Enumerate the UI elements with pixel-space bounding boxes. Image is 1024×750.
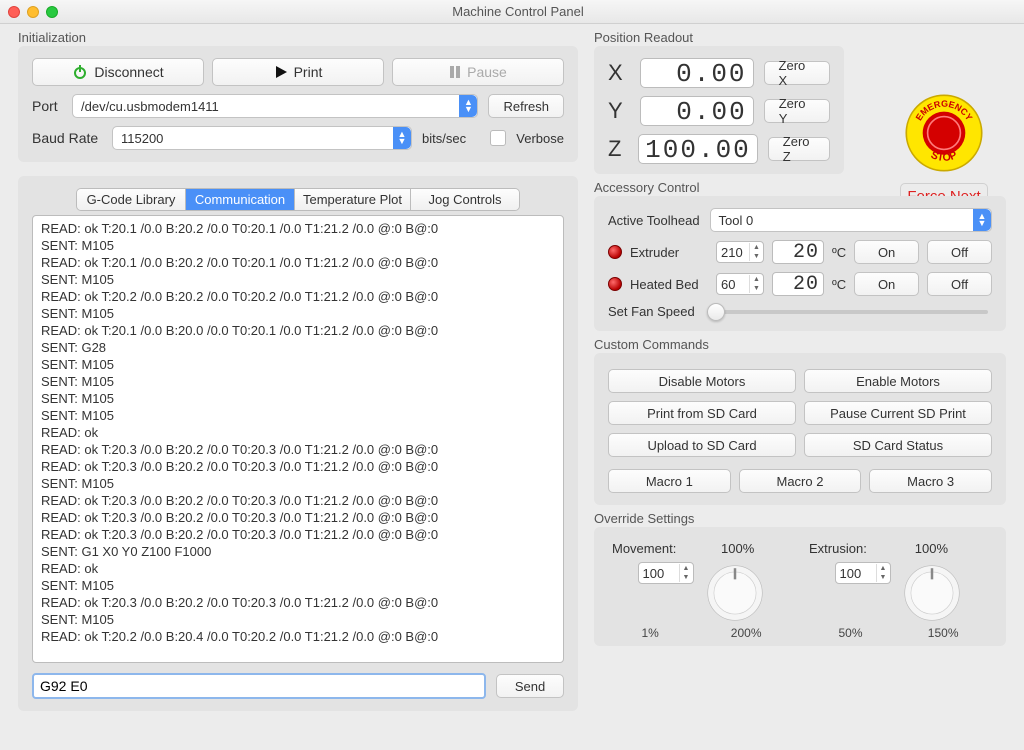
close-window-button[interactable] [8,6,20,18]
refresh-button[interactable]: Refresh [488,94,564,118]
enable-motors-button[interactable]: Enable Motors [804,369,992,393]
print-button[interactable]: Print [212,58,384,86]
minimize-window-button[interactable] [27,6,39,18]
extrusion-label: Extrusion: [809,541,867,556]
bed-led-icon [608,277,622,291]
bed-target-stepper[interactable]: 60▲▼ [716,273,764,295]
position-readout-label: Position Readout [594,30,693,45]
pause-sd-button[interactable]: Pause Current SD Print [804,401,992,425]
macro-2-button[interactable]: Macro 2 [739,469,862,493]
console-output[interactable]: READ: ok T:20.1 /0.0 B:20.2 /0.0 T0:20.1… [32,215,564,663]
extruder-on-button[interactable]: On [854,240,919,264]
tab-bar: G-Code Library Communication Temperature… [76,188,520,211]
axis-x-label: X [608,60,630,86]
upload-sd-button[interactable]: Upload to SD Card [608,433,796,457]
fan-speed-label: Set Fan Speed [608,304,695,319]
zero-z-button[interactable]: Zero Z [768,137,830,161]
extruder-target-stepper[interactable]: 210▲▼ [716,241,764,263]
baud-select[interactable]: 115200 ▲▼ [112,126,412,150]
axis-y-label: Y [608,98,630,124]
baud-label: Baud Rate [32,130,102,146]
play-icon [274,65,288,79]
port-select[interactable]: /dev/cu.usbmodem1411 ▲▼ [72,94,478,118]
verbose-label: Verbose [516,131,564,146]
bed-actual: 20 [772,272,824,296]
zoom-window-button[interactable] [46,6,58,18]
slider-thumb[interactable] [707,303,725,321]
zero-y-button[interactable]: Zero Y [764,99,830,123]
custom-commands-label: Custom Commands [594,337,709,352]
chevron-updown-icon: ▲▼ [977,213,987,227]
macro-3-button[interactable]: Macro 3 [869,469,992,493]
pause-icon [449,65,461,79]
toolhead-label: Active Toolhead [608,213,700,228]
power-icon [72,64,88,80]
macro-1-button[interactable]: Macro 1 [608,469,731,493]
window-title: Machine Control Panel [70,4,966,19]
print-sd-button[interactable]: Print from SD Card [608,401,796,425]
port-label: Port [32,98,62,114]
baud-unit: bits/sec [422,131,466,146]
axis-z-value: 100.00 [638,134,758,164]
bed-off-button[interactable]: Off [927,272,992,296]
extrusion-pct: 100% [875,541,988,556]
extruder-actual: 20 [772,240,824,264]
movement-label: Movement: [612,541,676,556]
bed-label: Heated Bed [630,277,708,292]
command-input[interactable] [32,673,486,699]
extrusion-knob[interactable] [901,562,963,624]
extruder-led-icon [608,245,622,259]
movement-knob[interactable] [704,562,766,624]
override-settings-label: Override Settings [594,511,694,526]
chevron-updown-icon: ▲▼ [463,99,473,113]
initialization-label: Initialization [18,30,86,45]
send-button[interactable]: Send [496,674,564,698]
chevron-updown-icon: ▲▼ [397,131,407,145]
pause-button[interactable]: Pause [392,58,564,86]
title-bar: Machine Control Panel [0,0,1024,24]
extruder-label: Extruder [630,245,708,260]
axis-z-label: Z [608,136,628,162]
disconnect-button[interactable]: Disconnect [32,58,204,86]
fan-speed-slider[interactable] [709,310,988,314]
movement-pct: 100% [684,541,791,556]
tab-jog-controls[interactable]: Jog Controls [411,189,519,210]
tab-temperature-plot[interactable]: Temperature Plot [295,189,411,210]
extrusion-value-stepper[interactable]: 100▲▼ [835,562,891,584]
zero-x-button[interactable]: Zero X [764,61,830,85]
toolhead-select[interactable]: Tool 0 ▲▼ [710,208,992,232]
movement-value-stepper[interactable]: 100▲▼ [638,562,694,584]
extruder-off-button[interactable]: Off [927,240,992,264]
sd-status-button[interactable]: SD Card Status [804,433,992,457]
bed-on-button[interactable]: On [854,272,919,296]
tab-communication[interactable]: Communication [186,189,295,210]
verbose-checkbox[interactable] [490,130,506,146]
accessory-control-label: Accessory Control [594,180,699,195]
disable-motors-button[interactable]: Disable Motors [608,369,796,393]
axis-y-value: 0.00 [640,96,753,126]
tab-gcode-library[interactable]: G-Code Library [77,189,186,210]
axis-x-value: 0.00 [640,58,753,88]
